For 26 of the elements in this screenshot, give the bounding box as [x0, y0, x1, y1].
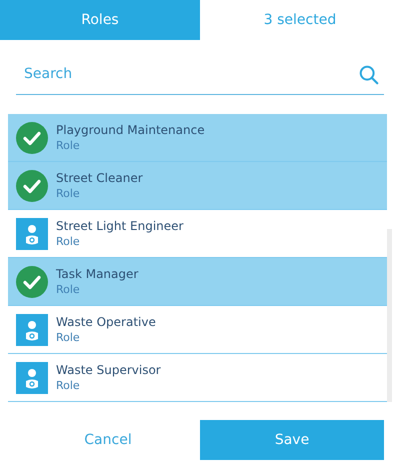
role-item[interactable]: Playground Maintenance Role	[8, 114, 387, 162]
role-type: Role	[56, 138, 81, 152]
scrollbar[interactable]	[387, 229, 392, 402]
role-name: Street Cleaner	[56, 170, 143, 186]
checkmark-icon	[16, 122, 48, 154]
person-icon	[16, 218, 48, 250]
person-icon	[16, 362, 48, 394]
role-type: Role	[56, 282, 81, 296]
role-item[interactable]: Street Cleaner Role	[8, 162, 387, 210]
role-type: Role	[56, 234, 81, 248]
search-icon[interactable]	[358, 64, 380, 86]
tab[interactable]: Roles	[0, 0, 200, 40]
role-type: Role	[56, 186, 81, 200]
save-button[interactable]: Save	[200, 420, 384, 460]
search-field[interactable]: Search	[16, 64, 358, 85]
person-icon	[16, 314, 48, 346]
role-type: Role	[56, 330, 81, 344]
role-type: Role	[56, 378, 81, 392]
role-name: Street Light Engineer	[56, 218, 184, 234]
role-item[interactable]: Task Manager Role	[8, 258, 387, 306]
role-name: Task Manager	[56, 266, 138, 282]
role-name: Playground Maintenance	[56, 122, 205, 138]
role-name: Waste Operative	[56, 314, 156, 330]
checkmark-icon	[16, 266, 48, 298]
checkmark-icon	[16, 170, 48, 202]
role-name: Waste Supervisor	[56, 362, 161, 378]
